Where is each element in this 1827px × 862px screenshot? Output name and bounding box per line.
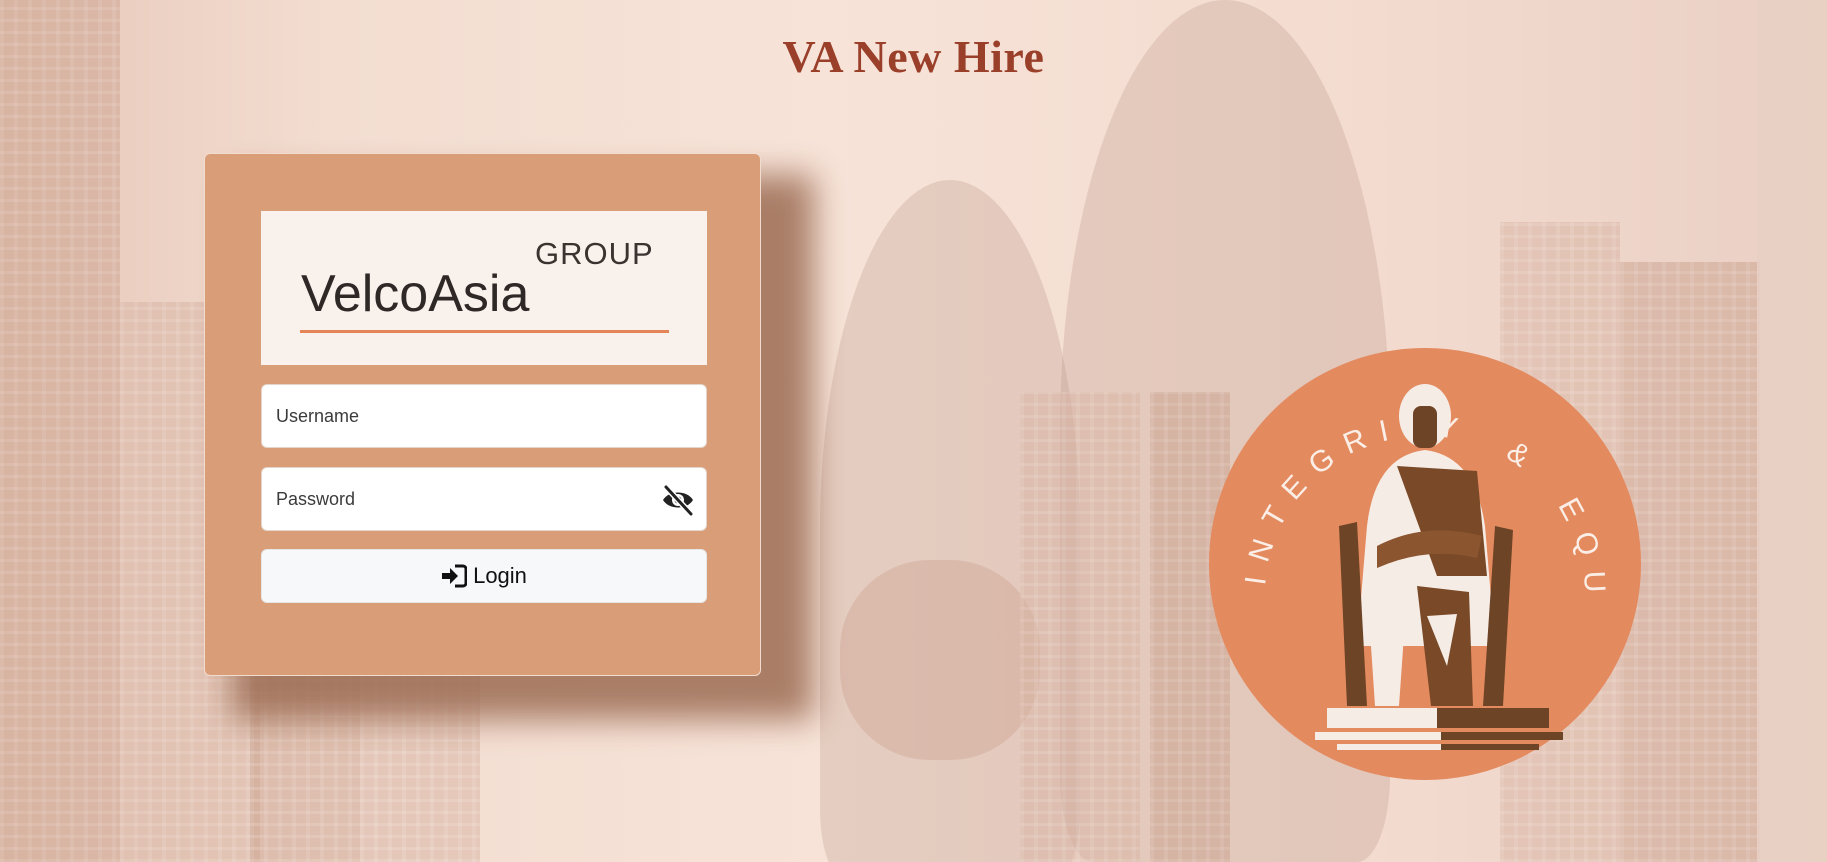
login-button[interactable]: Login [261, 549, 707, 603]
sign-in-icon [442, 564, 468, 588]
login-card: GROUP VelcoAsia Login [204, 153, 761, 676]
login-button-label: Login [473, 563, 527, 588]
logo-group-text: GROUP [535, 236, 654, 271]
integrity-equity-seal: INTEGRITY & EQUITY [1207, 346, 1641, 780]
company-logo: GROUP VelcoAsia [261, 211, 707, 365]
password-input[interactable] [262, 468, 706, 530]
page-title: VA New Hire [782, 31, 1045, 82]
logo-underline [300, 330, 669, 333]
username-field[interactable] [261, 384, 707, 448]
eye-slash-icon[interactable] [660, 483, 696, 517]
logo-name-text: VelcoAsia [301, 265, 530, 323]
username-input[interactable] [262, 385, 706, 447]
password-field[interactable] [261, 467, 707, 531]
